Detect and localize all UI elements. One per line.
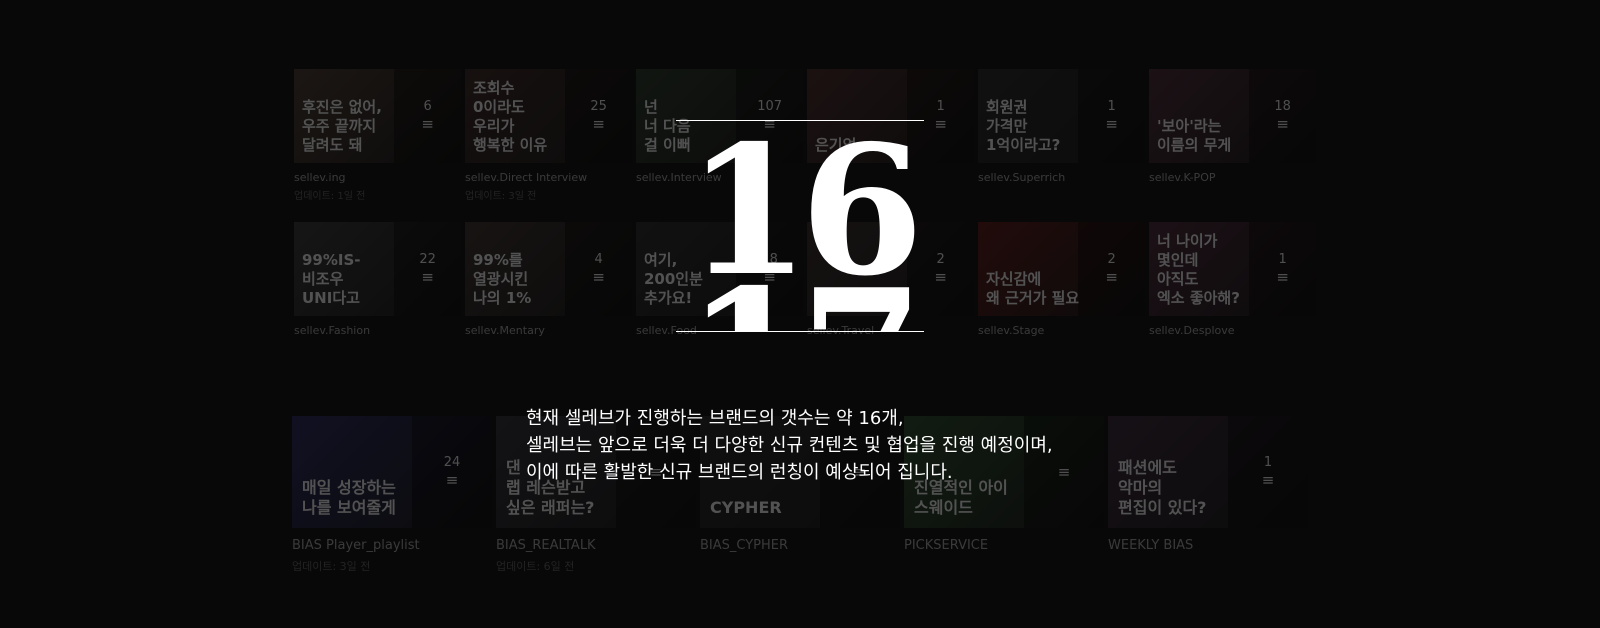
- description-line-2: 셀레브는 앞으로 더욱 더 다양한 신규 컨텐츠 및 협업을 진행 예정이며,: [526, 435, 1053, 456]
- description-line-1: 현재 셀레브가 진행하는 브랜드의 갯수는 약 16개,: [526, 408, 904, 429]
- counter-next: 17: [676, 266, 924, 332]
- description-line-3: 이에 따른 활발한 신규 브랜드의 런칭이 예상되어 집니다.: [526, 462, 953, 483]
- description-text: 현재 셀레브가 진행하는 브랜드의 갯수는 약 16개, 셀레브는 앞으로 더욱…: [526, 405, 1126, 486]
- brand-counter: 16 17: [676, 120, 924, 332]
